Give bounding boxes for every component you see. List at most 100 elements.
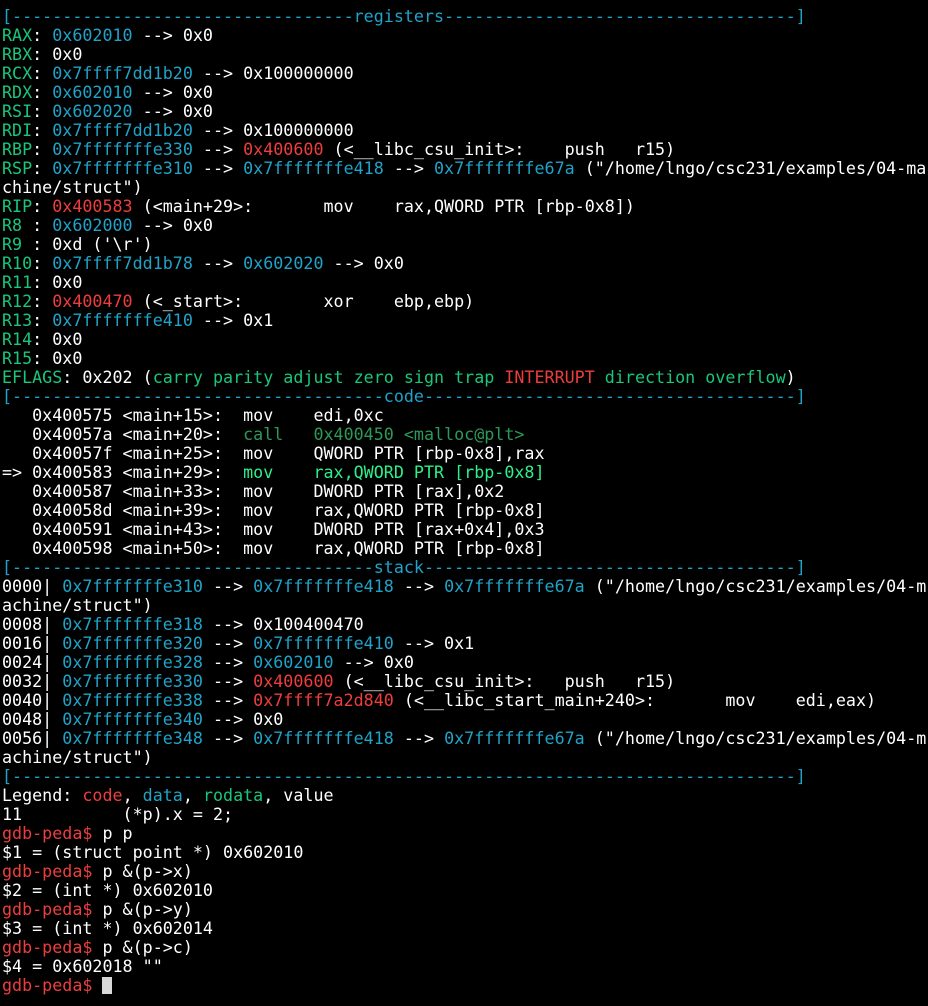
terminal-text: , (122, 785, 143, 805)
terminal-line: achine/struct") (2, 748, 928, 767)
terminal-line: RDI: 0x7ffff7dd1b20 --> 0x100000000 (2, 121, 928, 140)
terminal-line: 0056| 0x7fffffffe348 --> 0x7fffffffe418 … (2, 729, 928, 748)
terminal-text: : 0x0 (32, 44, 83, 64)
terminal-line: 0x400591 <main+43>: mov DWORD PTR [rax+0… (2, 520, 928, 539)
terminal-text: : 0x0 (32, 348, 83, 368)
terminal-text: 0008| (2, 614, 63, 634)
terminal-text: $1 = (struct point *) 0x602010 (2, 842, 304, 862)
terminal-text: : (32, 139, 53, 159)
terminal-text: chine/struct") (2, 177, 143, 197)
terminal-text: : 0x0 (32, 329, 83, 349)
terminal-line: 0048| 0x7fffffffe340 --> 0x0 (2, 710, 928, 729)
terminal-text: : 0x0 (32, 272, 83, 292)
terminal-line: => 0x400583 <main+29>: mov rax,QWORD PTR… (2, 463, 928, 482)
terminal-text: --> 0x100000000 (192, 63, 354, 83)
terminal-text: (<__libc_csu_init>: push r15) (333, 671, 676, 691)
terminal-text: 11 (*p).x = 2; (2, 804, 234, 824)
terminal-text: 0x602020 (243, 253, 324, 273)
terminal-line: RCX: 0x7ffff7dd1b20 --> 0x100000000 (2, 64, 928, 83)
terminal-line: RBP: 0x7fffffffe330 --> 0x400600 (<__lib… (2, 140, 928, 159)
terminal-line: R13: 0x7fffffffe410 --> 0x1 (2, 311, 928, 330)
terminal-line: [------------------------------------sta… (2, 558, 928, 577)
terminal-line: RIP: 0x400583 (<main+29>: mov rax,QWORD … (2, 197, 928, 216)
terminal-text: (<__libc_start_main+240>: mov edi,eax) (393, 690, 877, 710)
terminal-line: [---------------------------------------… (2, 767, 928, 786)
terminal-line: R11: 0x0 (2, 273, 928, 292)
terminal-line: RSP: 0x7fffffffe310 --> 0x7fffffffe418 -… (2, 159, 928, 178)
terminal-text: gdb-peda$ (2, 937, 103, 957)
terminal-line: R14: 0x0 (2, 330, 928, 349)
terminal-text: --> (202, 652, 254, 672)
terminal-text: gdb-peda$ (2, 823, 103, 843)
terminal-text: 0x602010 (52, 82, 133, 102)
terminal-text: --> 0x0 (132, 215, 213, 235)
terminal-line: R8 : 0x602000 --> 0x0 (2, 216, 928, 235)
terminal-text: : (32, 25, 53, 45)
terminal-text: p &(p->c) (102, 937, 193, 957)
terminal-line: R10: 0x7ffff7dd1b78 --> 0x602020 --> 0x0 (2, 254, 928, 273)
terminal-line: 0000| 0x7fffffffe310 --> 0x7fffffffe418 … (2, 577, 928, 596)
terminal-line: 0008| 0x7fffffffe318 --> 0x100400470 (2, 615, 928, 634)
terminal-text: $4 = 0x602018 "" (2, 956, 163, 976)
terminal-text: ("/home/lngo/csc231/examples/04-m (584, 728, 927, 748)
terminal-text: code (82, 785, 123, 805)
terminal-text: INTERRUPT (504, 367, 595, 387)
terminal-text: 0x7fffffffe67a (444, 576, 585, 596)
terminal-text: --> (192, 139, 244, 159)
terminal-text: 0040| (2, 690, 63, 710)
terminal-text: (<main+29>: mov rax,QWORD PTR [rbp-0x8]) (132, 196, 635, 216)
terminal-text: 0x7fffffffe410 (52, 310, 193, 330)
terminal-text: 0x7fffffffe67a (444, 728, 585, 748)
terminal-text: code (383, 386, 424, 406)
terminal-text: --> 0x0 (323, 253, 404, 273)
terminal-text: R10 (2, 253, 33, 273)
terminal-line: 0x400598 <main+50>: mov rax,QWORD PTR [r… (2, 539, 928, 558)
terminal-text: : (32, 196, 53, 216)
terminal-text: 0056| (2, 728, 63, 748)
terminal-text: --> 0x100000000 (192, 120, 354, 140)
terminal-text: -------------------------------------] (423, 557, 806, 577)
terminal-text: 0x7ffff7dd1b20 (52, 63, 193, 83)
terminal-line: 0x40058d <main+39>: mov rax,QWORD PTR [r… (2, 501, 928, 520)
terminal-text: [---------------------------------- (2, 6, 354, 26)
terminal-line: R12: 0x400470 (<_start>: xor ebp,ebp) (2, 292, 928, 311)
terminal-text: RBX (2, 44, 33, 64)
terminal-text: registers (353, 6, 445, 26)
terminal-text: RCX (2, 63, 33, 83)
terminal-line: achine/struct") (2, 596, 928, 615)
terminal-line: [-------------------------------------co… (2, 387, 928, 406)
terminal-text: (<_start>: xor ebp,ebp) (132, 291, 475, 311)
terminal-text: --> (383, 158, 435, 178)
terminal-text: carry parity adjust zero sign trap (152, 367, 505, 387)
terminal-text: --> 0x100400470 (202, 614, 364, 634)
terminal-text: : (32, 158, 53, 178)
terminal-line: Legend: code, data, rodata, value (2, 786, 928, 805)
terminal-text: : (32, 63, 53, 83)
terminal-text: : 0xd ('\r') (32, 234, 153, 254)
terminal-text: R12 (2, 291, 33, 311)
terminal-text: 0x400598 <main+50>: mov rax,QWORD PTR [r… (2, 538, 545, 558)
terminal-text: 0x7fffffffe318 (62, 614, 203, 634)
terminal-text: 0x602010 (253, 652, 334, 672)
terminal-text: 0x400600 (253, 671, 334, 691)
terminal-text: p &(p->y) (102, 899, 193, 919)
terminal-text: : 0x202 ( (62, 367, 153, 387)
terminal-text: 0x7fffffffe310 (52, 158, 193, 178)
terminal-text: : (32, 310, 53, 330)
terminal-line: $1 = (struct point *) 0x602010 (2, 843, 928, 862)
terminal-line: gdb-peda$ p &(p->x) (2, 862, 928, 881)
terminal-text: 0x7fffffffe418 (253, 728, 394, 748)
terminal-text: 0x7fffffffe320 (62, 633, 203, 653)
terminal-text: 0x400587 <main+33>: mov DWORD PTR [rax],… (2, 481, 505, 501)
terminal-text: 0032| (2, 671, 63, 691)
terminal-text: 0x7fffffffe338 (62, 690, 203, 710)
terminal-output[interactable]: [----------------------------------regis… (2, 7, 928, 995)
terminal-text: --> (202, 671, 254, 691)
terminal-text: $3 = (int *) 0x602014 (2, 918, 213, 938)
terminal-line: 0016| 0x7fffffffe320 --> 0x7fffffffe410 … (2, 634, 928, 653)
terminal-text: 0x7ffff7dd1b20 (52, 120, 193, 140)
terminal-text: R11 (2, 272, 33, 292)
terminal-line: EFLAGS: 0x202 (carry parity adjust zero … (2, 368, 928, 387)
terminal-text: RBP (2, 139, 33, 159)
terminal-text: --> (393, 728, 445, 748)
